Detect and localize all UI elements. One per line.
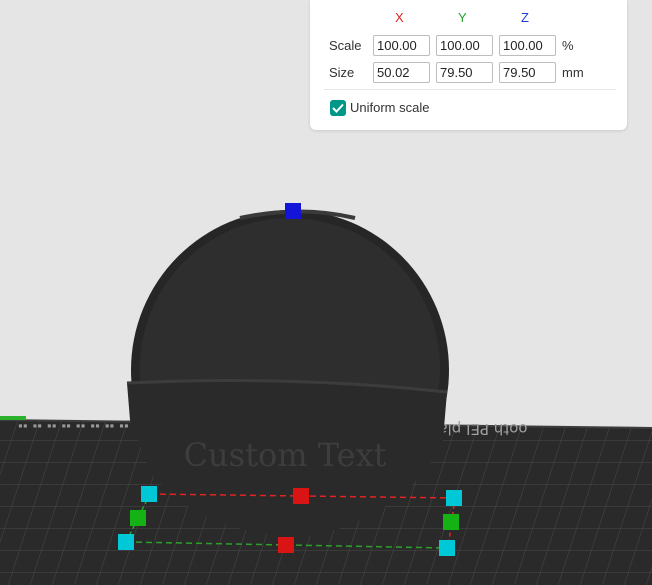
- bed-axis-marker: [0, 416, 26, 420]
- handle-x-center[interactable]: [293, 488, 309, 504]
- handle-corner-bottom-right[interactable]: [439, 540, 455, 556]
- size-x-input[interactable]: [373, 62, 430, 83]
- check-icon: [332, 103, 344, 113]
- scale-unit: %: [562, 38, 574, 53]
- size-y-input[interactable]: [436, 62, 493, 83]
- handle-y-left[interactable]: [130, 510, 146, 526]
- handle-corner-bottom-left[interactable]: [118, 534, 134, 550]
- scale-panel: X Y Z Scale % Size mm Uniform scale: [310, 0, 627, 130]
- scale-x-input[interactable]: [373, 35, 430, 56]
- axis-z-header: Z: [521, 10, 529, 25]
- axis-x-header: X: [395, 10, 404, 25]
- handle-corner-top-right[interactable]: [446, 490, 462, 506]
- size-unit: mm: [562, 65, 584, 80]
- handle-corner-top-left[interactable]: [141, 486, 157, 502]
- panel-divider: [324, 89, 616, 90]
- size-label: Size: [329, 65, 355, 80]
- scale-y-input[interactable]: [436, 35, 493, 56]
- uniform-scale-checkbox[interactable]: [330, 100, 346, 116]
- scale-z-input[interactable]: [499, 35, 556, 56]
- handle-z-top[interactable]: [285, 203, 301, 219]
- model[interactable]: Custom Text: [126, 209, 449, 538]
- scale-label: Scale: [329, 38, 362, 53]
- handle-y-right[interactable]: [443, 514, 459, 530]
- handle-x-bottom[interactable]: [278, 537, 294, 553]
- bed-label: ooth PEI plat: [432, 420, 527, 438]
- size-z-input[interactable]: [499, 62, 556, 83]
- axis-y-header: Y: [458, 10, 467, 25]
- uniform-scale-label[interactable]: Uniform scale: [350, 100, 429, 115]
- model-embossed-text: Custom Text: [184, 436, 387, 474]
